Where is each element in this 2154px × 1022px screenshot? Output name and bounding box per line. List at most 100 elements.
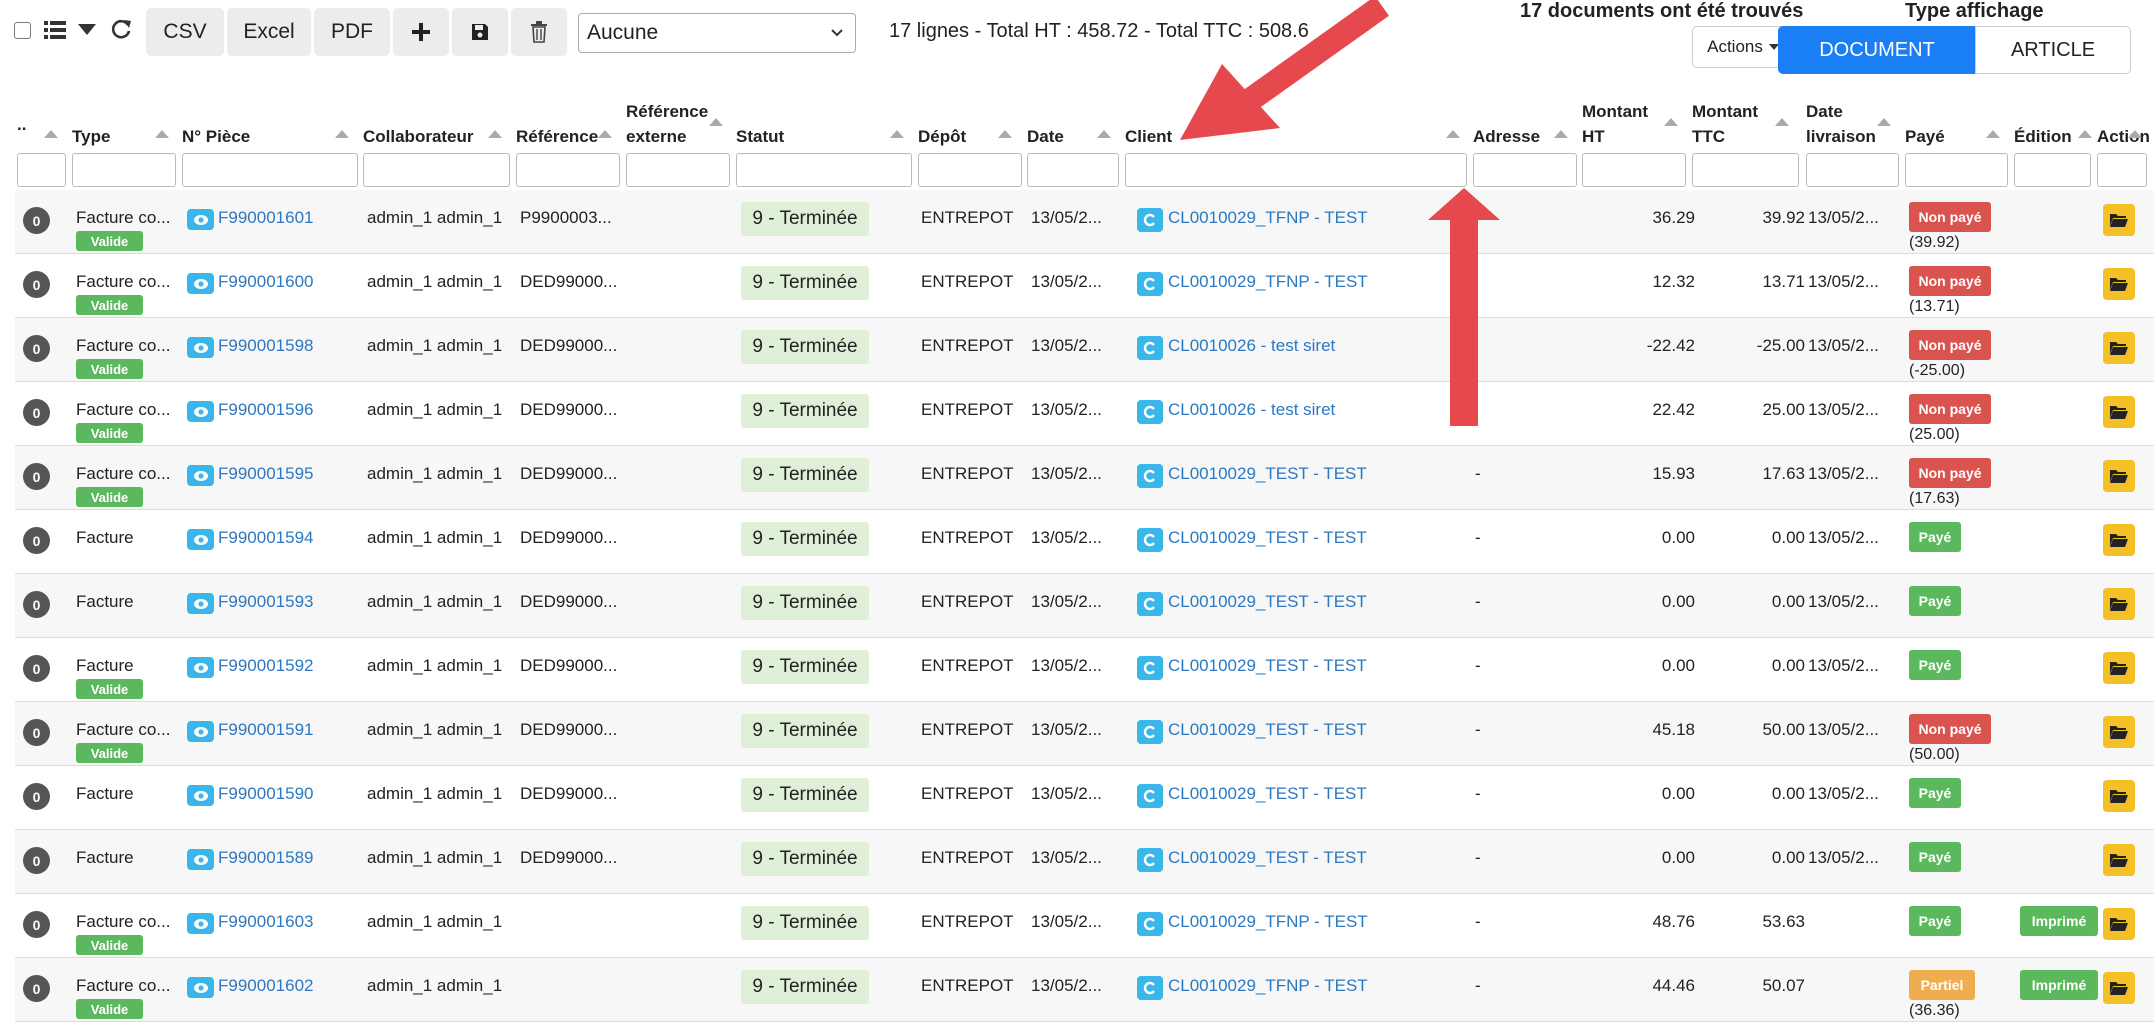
piece-number-link[interactable]: F990001601 bbox=[218, 208, 368, 228]
article-view-button[interactable]: ARTICLE bbox=[1975, 26, 2131, 74]
col-header-piece[interactable]: N° Pièce bbox=[182, 124, 250, 149]
filter-input-client[interactable] bbox=[1125, 153, 1467, 187]
col-header-montant-ttc-line2[interactable]: TTC bbox=[1692, 124, 1725, 149]
col-header-ref-externe-line1[interactable]: Référence bbox=[626, 99, 708, 124]
eye-icon[interactable] bbox=[187, 401, 214, 422]
col-header-paye[interactable]: Payé bbox=[1905, 124, 1945, 149]
col-header-ref-externe-line2[interactable]: externe bbox=[626, 124, 686, 149]
col-header-depot[interactable]: Dépôt bbox=[918, 124, 966, 149]
sort-icon[interactable] bbox=[598, 130, 612, 138]
filter-input-paye[interactable] bbox=[1905, 153, 2008, 187]
client-link-icon[interactable] bbox=[1137, 272, 1163, 296]
piece-number-link[interactable]: F990001603 bbox=[218, 912, 368, 932]
client-link-icon[interactable] bbox=[1137, 464, 1163, 488]
filter-input-dots[interactable] bbox=[17, 153, 66, 187]
caret-down-icon[interactable] bbox=[78, 24, 96, 35]
col-header-montant-ht-line1[interactable]: Montant bbox=[1582, 99, 1648, 124]
client-link-icon[interactable] bbox=[1137, 336, 1163, 360]
table-row[interactable]: 0 Facture co... Valide F990001603 admin_… bbox=[15, 894, 2154, 958]
client-link[interactable]: CL0010029_TEST - TEST bbox=[1168, 720, 1468, 740]
client-link-icon[interactable] bbox=[1137, 208, 1163, 232]
col-header-type[interactable]: Type bbox=[72, 124, 110, 149]
add-button[interactable] bbox=[393, 8, 449, 56]
filter-input-type[interactable] bbox=[72, 153, 176, 187]
eye-icon[interactable] bbox=[187, 337, 214, 358]
filter-input-date-livraison[interactable] bbox=[1806, 153, 1899, 187]
filter-input-edition[interactable] bbox=[2014, 153, 2091, 187]
sort-icon[interactable] bbox=[709, 118, 723, 126]
piece-number-link[interactable]: F990001598 bbox=[218, 336, 368, 356]
client-link[interactable]: CL0010029_TEST - TEST bbox=[1168, 656, 1468, 676]
sort-icon[interactable] bbox=[1554, 130, 1568, 138]
table-row[interactable]: 0 Facture F990001593 admin_1 admin_1 DED… bbox=[15, 574, 2154, 638]
col-header-adresse[interactable]: Adresse bbox=[1473, 124, 1540, 149]
table-row[interactable]: 0 Facture co... Valide F990001598 admin_… bbox=[15, 318, 2154, 382]
filter-input-montant-ttc[interactable] bbox=[1692, 153, 1799, 187]
piece-number-link[interactable]: F990001590 bbox=[218, 784, 368, 804]
piece-number-link[interactable]: F990001596 bbox=[218, 400, 368, 420]
folder-open-icon[interactable] bbox=[2103, 844, 2135, 876]
filter-input-montant-ht[interactable] bbox=[1582, 153, 1686, 187]
col-header-statut[interactable]: Statut bbox=[736, 124, 784, 149]
piece-number-link[interactable]: F990001602 bbox=[218, 976, 368, 996]
folder-open-icon[interactable] bbox=[2103, 652, 2135, 684]
piece-number-link[interactable]: F990001594 bbox=[218, 528, 368, 548]
filter-input-depot[interactable] bbox=[918, 153, 1022, 187]
client-link-icon[interactable] bbox=[1137, 528, 1163, 552]
eye-icon[interactable] bbox=[187, 657, 214, 678]
client-link[interactable]: CL0010029_TFNP - TEST bbox=[1168, 272, 1468, 292]
client-link-icon[interactable] bbox=[1137, 592, 1163, 616]
client-link-icon[interactable] bbox=[1137, 400, 1163, 424]
table-row[interactable]: 0 Facture F990001590 admin_1 admin_1 DED… bbox=[15, 766, 2154, 830]
col-header-montant-ttc-line1[interactable]: Montant bbox=[1692, 99, 1758, 124]
csv-button[interactable]: CSV bbox=[146, 8, 224, 56]
col-header-date-livraison-line1[interactable]: Date bbox=[1806, 99, 1843, 124]
client-link-icon[interactable] bbox=[1137, 912, 1163, 936]
client-link-icon[interactable] bbox=[1137, 656, 1163, 680]
eye-icon[interactable] bbox=[187, 849, 214, 870]
filter-input-statut[interactable] bbox=[736, 153, 912, 187]
col-header-montant-ht-line2[interactable]: HT bbox=[1582, 124, 1605, 149]
client-link[interactable]: CL0010029_TFNP - TEST bbox=[1168, 976, 1468, 996]
client-link[interactable]: CL0010029_TEST - TEST bbox=[1168, 464, 1468, 484]
col-header-reference[interactable]: Référence bbox=[516, 124, 598, 149]
save-button[interactable] bbox=[452, 8, 508, 56]
col-header-collaborateur[interactable]: Collaborateur bbox=[363, 124, 474, 149]
client-link[interactable]: CL0010029_TEST - TEST bbox=[1168, 784, 1468, 804]
folder-open-icon[interactable] bbox=[2103, 588, 2135, 620]
sort-icon[interactable] bbox=[890, 130, 904, 138]
eye-icon[interactable] bbox=[187, 465, 214, 486]
delete-button[interactable] bbox=[511, 8, 567, 56]
eye-icon[interactable] bbox=[187, 209, 214, 230]
piece-number-link[interactable]: F990001595 bbox=[218, 464, 368, 484]
table-row[interactable]: 0 Facture Valide F990001592 admin_1 admi… bbox=[15, 638, 2154, 702]
client-link[interactable]: CL0010029_TEST - TEST bbox=[1168, 528, 1468, 548]
sort-icon[interactable] bbox=[1775, 118, 1789, 126]
piece-number-link[interactable]: F990001592 bbox=[218, 656, 368, 676]
client-link[interactable]: CL0010029_TFNP - TEST bbox=[1168, 208, 1468, 228]
excel-button[interactable]: Excel bbox=[227, 8, 311, 56]
col-header-date[interactable]: Date bbox=[1027, 124, 1064, 149]
sort-icon[interactable] bbox=[2128, 130, 2142, 138]
sort-icon[interactable] bbox=[998, 130, 1012, 138]
client-link-icon[interactable] bbox=[1137, 848, 1163, 872]
document-view-button[interactable]: DOCUMENT bbox=[1778, 26, 1976, 74]
filter-input-ref-externe[interactable] bbox=[626, 153, 730, 187]
col-header-date-livraison-line2[interactable]: livraison bbox=[1806, 124, 1876, 149]
folder-open-icon[interactable] bbox=[2103, 972, 2135, 1004]
col-header-edition[interactable]: Édition bbox=[2014, 124, 2072, 149]
sort-icon[interactable] bbox=[1097, 130, 1111, 138]
folder-open-icon[interactable] bbox=[2103, 332, 2135, 364]
folder-open-icon[interactable] bbox=[2103, 780, 2135, 812]
col-header-client[interactable]: Client bbox=[1125, 124, 1172, 149]
view-select[interactable]: Aucune bbox=[578, 13, 856, 53]
table-row[interactable]: 0 Facture co... Valide F990001601 admin_… bbox=[15, 190, 2154, 254]
piece-number-link[interactable]: F990001593 bbox=[218, 592, 368, 612]
table-row[interactable]: 0 Facture co... Valide F990001602 admin_… bbox=[15, 958, 2154, 1022]
filter-input-action[interactable] bbox=[2097, 153, 2147, 187]
table-row[interactable]: 0 Facture co... Valide F990001600 admin_… bbox=[15, 254, 2154, 318]
filter-input-reference[interactable] bbox=[516, 153, 620, 187]
client-link-icon[interactable] bbox=[1137, 784, 1163, 808]
eye-icon[interactable] bbox=[187, 593, 214, 614]
refresh-icon[interactable] bbox=[110, 18, 132, 45]
